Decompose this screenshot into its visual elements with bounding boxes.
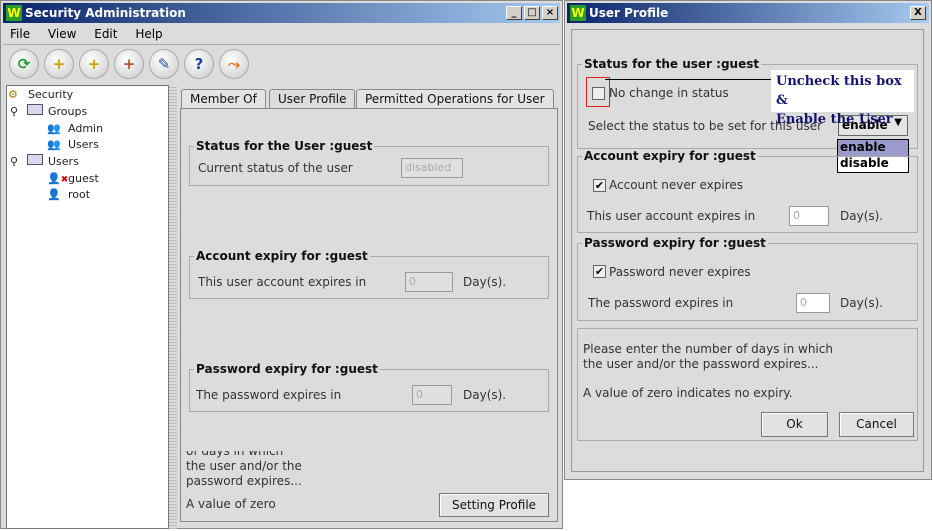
status-group: Status for the User :guest Current statu…	[189, 139, 549, 186]
tab-permitted-operations[interactable]: Permitted Operations for User	[356, 89, 554, 109]
account-never-expires-checkbox[interactable]: ✔	[593, 179, 606, 192]
group-icon: 👥	[47, 138, 61, 151]
expand-handle-icon[interactable]: ⚲	[10, 105, 18, 118]
menu-edit[interactable]: Edit	[94, 27, 117, 41]
dialog-title-bar[interactable]: W User Profile X	[567, 3, 929, 23]
add-operation-button[interactable]: +	[114, 49, 144, 79]
group-icon: 👥	[47, 122, 61, 135]
window-title: Security Administration	[25, 6, 186, 20]
ok-button[interactable]: Ok	[761, 412, 828, 437]
add-user-button[interactable]: +	[44, 49, 74, 79]
dialog-account-group: Account expiry for :guest ✔ Account neve…	[577, 149, 918, 233]
refresh-icon: ⟳	[17, 55, 31, 73]
info-text: of days in which the user and/or the pas…	[186, 451, 302, 511]
security-admin-window: W Security Administration _ □ × File Vie…	[0, 0, 563, 529]
annotation-pointer-line	[605, 79, 771, 80]
folder-icon	[27, 104, 43, 115]
tree-node-groups[interactable]: Groups	[48, 105, 87, 118]
dialog-password-expiry-input[interactable]: 0	[796, 293, 830, 313]
add-operation-icon: +	[122, 55, 136, 73]
app-logo-icon: W	[570, 5, 586, 21]
tree-node-users[interactable]: Users	[48, 155, 79, 168]
add-user-icon: +	[52, 55, 66, 73]
tab-member-of[interactable]: Member Of	[181, 89, 266, 109]
dialog-title: User Profile	[589, 6, 669, 20]
user-profile-dialog: W User Profile X Status for the user :gu…	[564, 0, 932, 480]
dialog-account-expiry-input[interactable]: 0	[789, 206, 829, 226]
tree-node-root[interactable]: root	[68, 188, 90, 201]
menu-file[interactable]: File	[10, 27, 30, 41]
close-button[interactable]: ×	[542, 6, 558, 20]
app-logo-icon: W	[6, 5, 22, 21]
add-group-icon: +	[87, 55, 101, 73]
tree-node-users-group[interactable]: Users	[68, 138, 99, 151]
help-icon: ?	[194, 55, 204, 73]
annotation-callout: Uncheck this box & Enable the User	[771, 70, 914, 127]
gears-icon: ⚙	[8, 88, 18, 101]
title-bar[interactable]: W Security Administration _ □ ×	[3, 3, 560, 23]
option-enable[interactable]: enable	[838, 140, 908, 156]
account-expiry-group: Account expiry for :guest This user acco…	[189, 249, 549, 299]
tab-user-profile[interactable]: User Profile	[269, 89, 356, 109]
dialog-info-panel: Please enter the number of days in which…	[577, 328, 918, 441]
password-expiry-input[interactable]: 0	[412, 385, 452, 405]
menu-view[interactable]: View	[48, 27, 76, 41]
tree-node-guest[interactable]: guest	[68, 172, 99, 185]
annotation-highlight-box	[586, 77, 610, 107]
password-never-expires-checkbox[interactable]: ✔	[593, 265, 606, 278]
edit-icon: ✎	[157, 55, 171, 73]
user-icon: 👤	[47, 188, 61, 201]
exit-button[interactable]: ⤳	[219, 49, 249, 79]
current-status-field: disabled	[401, 158, 463, 178]
minimize-button[interactable]: _	[506, 6, 522, 20]
security-tree: ⚙ Security ⚲ Groups 👥 Admin 👥 Users ⚲ Us…	[6, 85, 169, 529]
split-pane-divider[interactable]	[169, 85, 177, 529]
exit-icon: ⤳	[227, 55, 240, 73]
tab-content: Status for the User :guest Current statu…	[180, 108, 558, 522]
folder-icon	[27, 154, 43, 165]
password-expiry-group: Password expiry for :guest The password …	[189, 362, 549, 412]
cancel-button[interactable]: Cancel	[839, 412, 914, 437]
account-expiry-input[interactable]: 0	[405, 272, 453, 292]
menu-bar: File View Edit Help	[10, 27, 177, 41]
expand-handle-icon[interactable]: ⚲	[10, 155, 18, 168]
edit-button[interactable]: ✎	[149, 49, 179, 79]
tree-node-security[interactable]: Security	[28, 88, 73, 101]
add-group-button[interactable]: +	[79, 49, 109, 79]
setting-profile-button[interactable]: Setting Profile	[439, 493, 549, 517]
maximize-button[interactable]: □	[524, 6, 540, 20]
refresh-button[interactable]: ⟳	[9, 49, 39, 79]
dialog-close-button[interactable]: X	[910, 6, 926, 20]
dialog-password-group: Password expiry for :guest ✔ Password ne…	[577, 236, 918, 321]
tree-node-admin[interactable]: Admin	[68, 122, 103, 135]
menu-help[interactable]: Help	[135, 27, 162, 41]
help-button[interactable]: ?	[184, 49, 214, 79]
disabled-user-icon: 👤✖	[47, 172, 69, 185]
